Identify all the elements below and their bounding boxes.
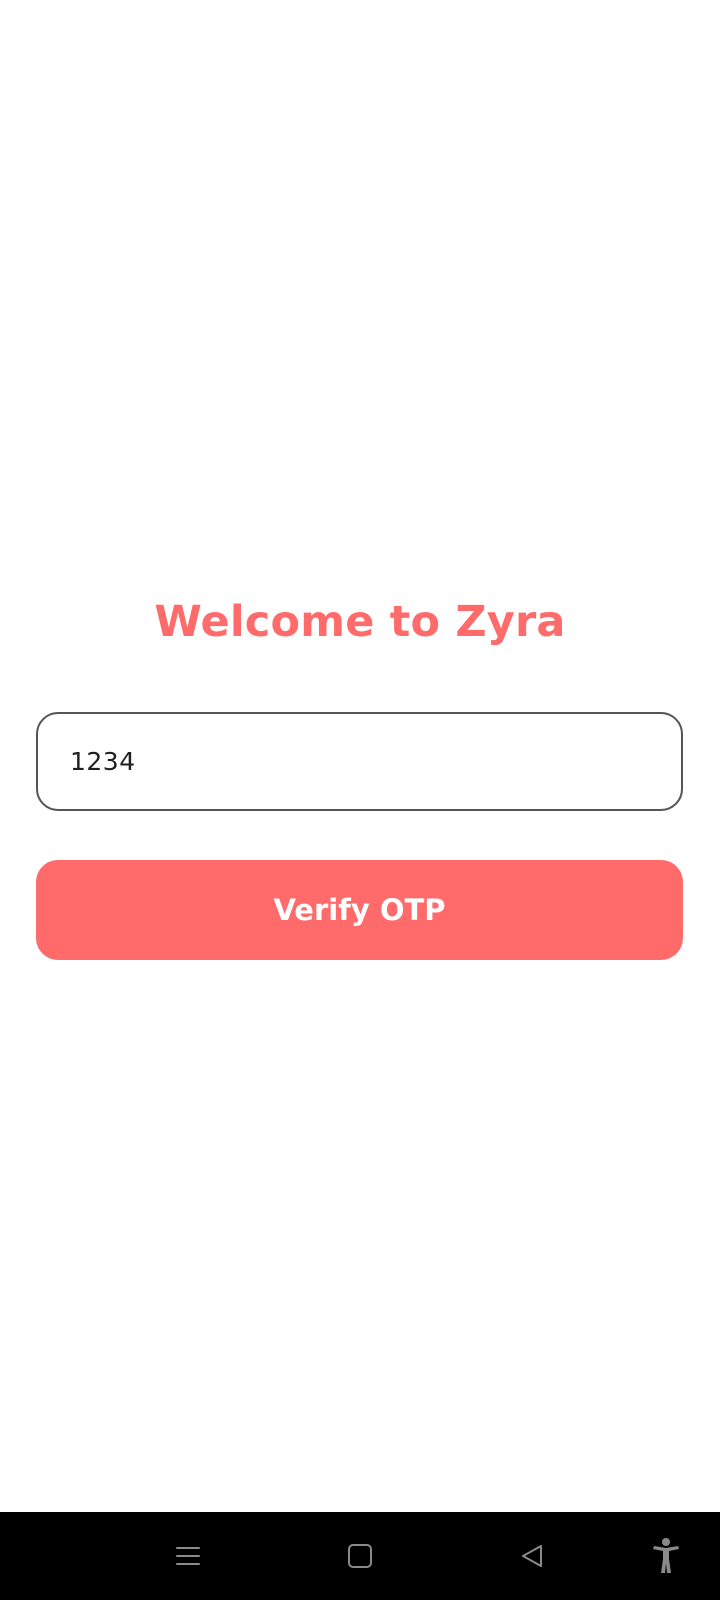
back-icon[interactable]: [506, 1512, 558, 1600]
otp-screen: Welcome to Zyra 1234 Verify OTP: [0, 0, 720, 1512]
otp-input-value[interactable]: 1234: [70, 747, 136, 776]
verify-otp-button[interactable]: Verify OTP: [36, 860, 683, 960]
welcome-title: Welcome to Zyra: [154, 597, 566, 647]
verify-otp-button-label: Verify OTP: [273, 893, 446, 927]
system-navigation-bar: [0, 1512, 720, 1600]
home-icon[interactable]: [334, 1512, 386, 1600]
accessibility-icon[interactable]: [640, 1512, 692, 1600]
otp-input-field[interactable]: 1234: [36, 712, 683, 811]
menu-icon[interactable]: [162, 1512, 214, 1600]
